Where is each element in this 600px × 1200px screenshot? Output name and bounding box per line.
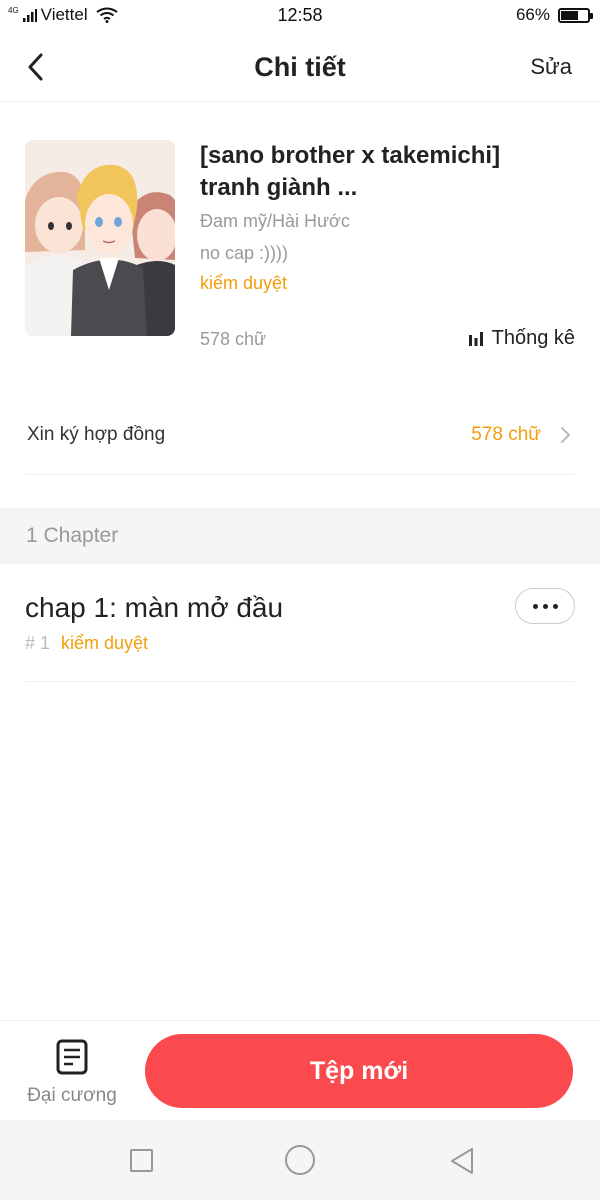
chapter-item[interactable]: chap 1: màn mở đầu # 1 kiểm duyệt (25, 580, 575, 682)
stats-label: Thống kê (491, 327, 575, 349)
battery-icon (558, 7, 593, 23)
header: Chi tiết Sửa (0, 32, 600, 102)
battery-fill (561, 10, 579, 20)
battery-percent: 66% (515, 5, 550, 24)
chapter-count: 1 Chapter (26, 524, 119, 547)
nav-back-icon[interactable] (448, 1146, 476, 1176)
book-description: no cap :)))) (200, 243, 289, 263)
more-icon-dot (542, 603, 548, 609)
chapter-status: kiểm duyệt (61, 633, 149, 653)
status-time: 12:58 (277, 5, 323, 25)
book-status: kiểm duyệt (200, 273, 288, 293)
outline-icon (56, 1039, 88, 1075)
chapter-section-header: 1 Chapter (0, 508, 600, 564)
status-right: 66% (515, 5, 593, 25)
more-options-button[interactable] (515, 588, 575, 624)
new-file-button[interactable]: Tệp mới (145, 1034, 573, 1108)
more-icon-dot (552, 603, 558, 609)
word-count: 578 chữ (200, 329, 267, 349)
book-cover[interactable] (25, 140, 175, 336)
more-icon (532, 603, 538, 609)
bottom-action-bar: Đại cương Tệp mới (0, 1020, 600, 1120)
chapter-number: # 1 (25, 633, 51, 653)
outline-button[interactable]: Đại cương (18, 1037, 126, 1113)
screen: 4G Viettel 12:58 66% Chi tiết Sửa [sano … (0, 0, 600, 1200)
nav-recents-icon[interactable] (130, 1149, 153, 1172)
edit-button[interactable]: Sửa (530, 54, 572, 80)
chapter-title: chap 1: màn mở đầu (25, 592, 284, 623)
outline-label: Đại cương (27, 1085, 117, 1106)
contract-label: Xin ký hợp đồng (27, 424, 166, 445)
page-title: Chi tiết (254, 52, 346, 82)
stats-icon (468, 331, 483, 346)
book-title: [sano brother x takemichi] tranh giành .… (200, 142, 501, 201)
nav-home-icon[interactable] (285, 1145, 315, 1175)
contract-row[interactable]: Xin ký hợp đồng 578 chữ (25, 400, 575, 475)
system-nav-bar (0, 1120, 600, 1200)
book-genre: Đam mỹ/Hài Hước (200, 211, 350, 231)
status-bar: 4G Viettel 12:58 66% (0, 0, 600, 32)
contract-value: 578 chữ (471, 424, 541, 445)
cover-illustration (25, 140, 175, 336)
stats-button[interactable]: Thống kê (468, 327, 575, 350)
chevron-right-icon (561, 427, 570, 443)
